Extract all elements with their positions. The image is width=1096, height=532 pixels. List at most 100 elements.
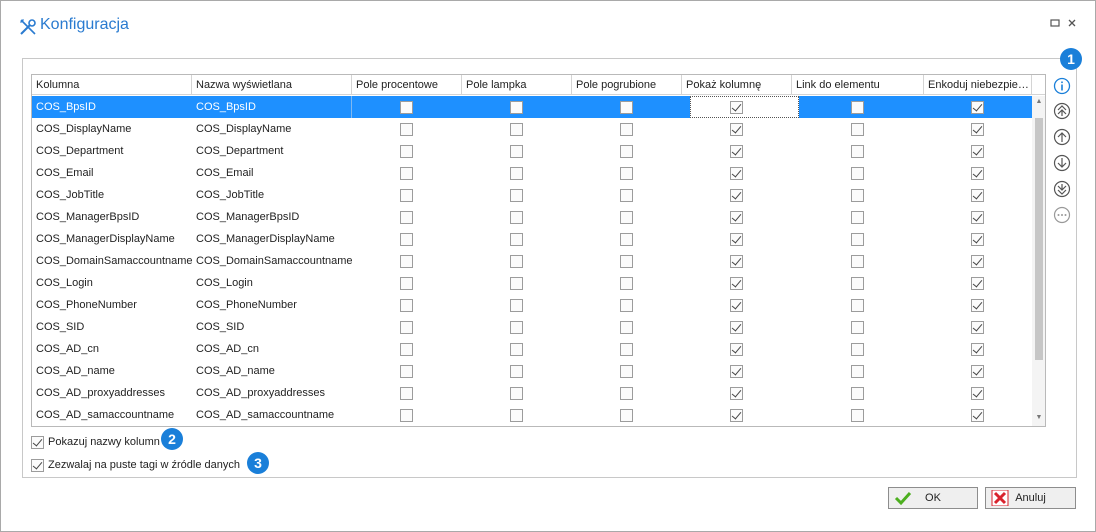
encode-unsafe-checkbox[interactable] (971, 255, 984, 268)
column-name-cell[interactable]: COS_DomainSamaccountname (32, 250, 192, 272)
table-row[interactable]: COS_AD_proxyaddresses COS_AD_proxyaddress… (32, 382, 1032, 404)
table-row[interactable]: COS_AD_name COS_AD_name (32, 360, 1032, 382)
link-to-item-checkbox[interactable] (851, 321, 864, 334)
display-name-cell[interactable]: COS_DisplayName (192, 118, 352, 140)
encode-unsafe-checkbox[interactable] (971, 101, 984, 114)
table-row[interactable]: COS_BpsID COS_BpsID (32, 96, 1032, 118)
link-to-item-checkbox[interactable] (851, 277, 864, 290)
lamp-field-checkbox[interactable] (510, 321, 523, 334)
more-icon[interactable] (1053, 206, 1071, 224)
table-row[interactable]: COS_AD_samaccountname COS_AD_samaccountna… (32, 404, 1032, 426)
bold-field-checkbox[interactable] (620, 189, 633, 202)
lamp-field-checkbox[interactable] (510, 233, 523, 246)
bold-field-checkbox[interactable] (620, 299, 633, 312)
bold-field-checkbox[interactable] (620, 343, 633, 356)
percent-field-checkbox[interactable] (400, 123, 413, 136)
percent-field-checkbox[interactable] (400, 101, 413, 114)
table-row[interactable]: COS_SID COS_SID (32, 316, 1032, 338)
display-name-cell[interactable]: COS_ManagerDisplayName (192, 228, 352, 250)
encode-unsafe-checkbox[interactable] (971, 167, 984, 180)
lamp-field-checkbox[interactable] (510, 189, 523, 202)
table-row[interactable]: COS_JobTitle COS_JobTitle (32, 184, 1032, 206)
lamp-field-checkbox[interactable] (510, 343, 523, 356)
table-row[interactable]: COS_ManagerBpsID COS_ManagerBpsID (32, 206, 1032, 228)
move-up-icon[interactable] (1053, 128, 1071, 146)
display-name-cell[interactable]: COS_AD_name (192, 360, 352, 382)
show-column-checkbox[interactable] (730, 343, 743, 356)
show-column-checkbox[interactable] (730, 145, 743, 158)
show-column-checkbox[interactable] (730, 189, 743, 202)
lamp-field-checkbox[interactable] (510, 145, 523, 158)
encode-unsafe-checkbox[interactable] (971, 233, 984, 246)
percent-field-checkbox[interactable] (400, 365, 413, 378)
show-column-checkbox[interactable] (730, 299, 743, 312)
display-name-cell[interactable]: COS_ManagerBpsID (192, 206, 352, 228)
bold-field-checkbox[interactable] (620, 321, 633, 334)
show-column-checkbox[interactable] (730, 123, 743, 136)
bold-field-checkbox[interactable] (620, 409, 633, 422)
encode-unsafe-checkbox[interactable] (971, 299, 984, 312)
show-column-checkbox[interactable] (730, 255, 743, 268)
percent-field-checkbox[interactable] (400, 167, 413, 180)
percent-field-checkbox[interactable] (400, 387, 413, 400)
lamp-field-checkbox[interactable] (510, 365, 523, 378)
table-row[interactable]: COS_DisplayName COS_DisplayName (32, 118, 1032, 140)
encode-unsafe-checkbox[interactable] (971, 387, 984, 400)
column-name-cell[interactable]: COS_AD_samaccountname (32, 404, 192, 426)
lamp-field-checkbox[interactable] (510, 167, 523, 180)
display-name-cell[interactable]: COS_AD_samaccountname (192, 404, 352, 426)
column-name-cell[interactable]: COS_Department (32, 140, 192, 162)
show-column-checkbox[interactable] (730, 387, 743, 400)
scrollbar-thumb[interactable] (1035, 118, 1043, 360)
link-to-item-checkbox[interactable] (851, 365, 864, 378)
percent-field-checkbox[interactable] (400, 299, 413, 312)
column-name-cell[interactable]: COS_SID (32, 316, 192, 338)
bold-field-checkbox[interactable] (620, 167, 633, 180)
bold-field-checkbox[interactable] (620, 123, 633, 136)
display-name-cell[interactable]: COS_AD_cn (192, 338, 352, 360)
percent-field-checkbox[interactable] (400, 255, 413, 268)
lamp-field-checkbox[interactable] (510, 387, 523, 400)
table-row[interactable]: COS_Login COS_Login (32, 272, 1032, 294)
column-name-cell[interactable]: COS_ManagerDisplayName (32, 228, 192, 250)
column-header[interactable]: Link do elementu (792, 75, 924, 95)
close-button[interactable] (1065, 16, 1079, 32)
lamp-field-checkbox[interactable] (510, 255, 523, 268)
table-row[interactable]: COS_Email COS_Email (32, 162, 1032, 184)
bold-field-checkbox[interactable] (620, 211, 633, 224)
link-to-item-checkbox[interactable] (851, 211, 864, 224)
column-name-cell[interactable]: COS_BpsID (32, 96, 192, 118)
show-column-checkbox[interactable] (730, 101, 743, 114)
bold-field-checkbox[interactable] (620, 145, 633, 158)
link-to-item-checkbox[interactable] (851, 299, 864, 312)
encode-unsafe-checkbox[interactable] (971, 343, 984, 356)
table-row[interactable]: COS_PhoneNumber COS_PhoneNumber (32, 294, 1032, 316)
percent-field-checkbox[interactable] (400, 189, 413, 202)
column-header[interactable]: Nazwa wyświetlana (192, 75, 352, 95)
link-to-item-checkbox[interactable] (851, 409, 864, 422)
info-icon[interactable] (1053, 77, 1071, 95)
encode-unsafe-checkbox[interactable] (971, 145, 984, 158)
table-row[interactable]: COS_AD_cn COS_AD_cn (32, 338, 1032, 360)
show-column-checkbox[interactable] (730, 167, 743, 180)
allow-empty-tags-checkbox[interactable] (31, 459, 44, 472)
percent-field-checkbox[interactable] (400, 277, 413, 290)
encode-unsafe-checkbox[interactable] (971, 321, 984, 334)
show-column-names-checkbox[interactable] (31, 436, 44, 449)
lamp-field-checkbox[interactable] (510, 211, 523, 224)
column-name-cell[interactable]: COS_AD_proxyaddresses (32, 382, 192, 404)
lamp-field-checkbox[interactable] (510, 123, 523, 136)
encode-unsafe-checkbox[interactable] (971, 123, 984, 136)
column-name-cell[interactable]: COS_Login (32, 272, 192, 294)
ok-button[interactable]: OK (888, 487, 978, 509)
cancel-button[interactable]: Anuluj (985, 487, 1076, 509)
show-column-checkbox[interactable] (730, 277, 743, 290)
link-to-item-checkbox[interactable] (851, 101, 864, 114)
link-to-item-checkbox[interactable] (851, 145, 864, 158)
lamp-field-checkbox[interactable] (510, 299, 523, 312)
link-to-item-checkbox[interactable] (851, 167, 864, 180)
link-to-item-checkbox[interactable] (851, 387, 864, 400)
display-name-cell[interactable]: COS_Email (192, 162, 352, 184)
column-header[interactable]: Pole procentowe (352, 75, 462, 95)
encode-unsafe-checkbox[interactable] (971, 189, 984, 202)
